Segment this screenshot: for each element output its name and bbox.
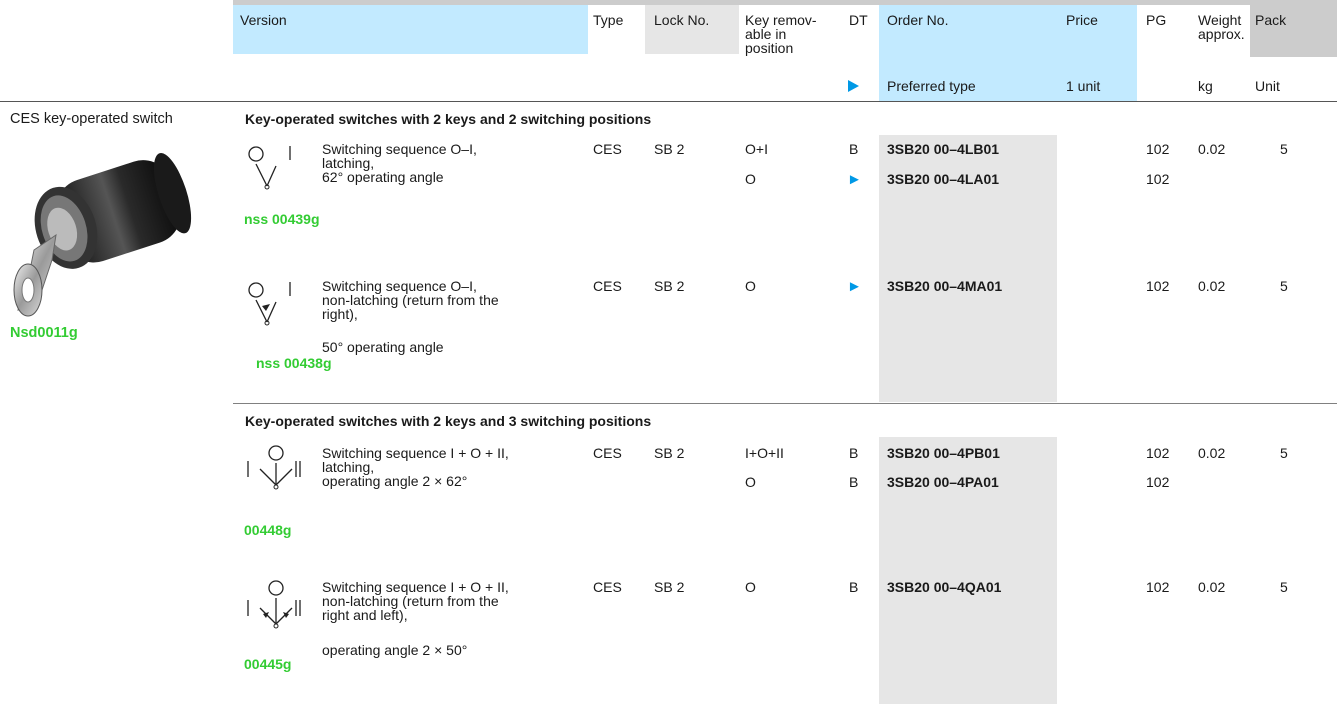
row-key-position: O+I [745, 141, 768, 157]
row-order-no: 3SB20 00–4MA01 [887, 278, 1003, 294]
product-image-code: Nsd0011g [10, 325, 78, 341]
diagram-code-2: nss 00438g [256, 355, 332, 371]
key-switch-product-image [13, 153, 192, 317]
item-lock: SB 2 [654, 278, 685, 294]
header-type: Type [593, 12, 624, 28]
row-pack: 5 [1280, 278, 1288, 294]
row-pack: 5 [1280, 445, 1288, 461]
header-price: Price [1066, 12, 1098, 28]
row-key-position: O [745, 171, 756, 187]
header-weight-unit: kg [1198, 78, 1213, 94]
row-order-no: 3SB20 00–4LB01 [887, 141, 1000, 157]
row-weight: 0.02 [1198, 278, 1226, 294]
header-key-removable-3: position [745, 40, 794, 56]
item-lock: SB 2 [654, 579, 685, 595]
section-title-2: Key-operated switches with 2 keys and 3 … [245, 413, 652, 429]
item-type: CES [593, 278, 622, 294]
row-dt: B [849, 445, 859, 461]
row-key-position: I+O+II [745, 445, 784, 461]
header-order-no: Order No. [887, 12, 949, 28]
item-type: CES [593, 579, 622, 595]
row-dt: B [849, 474, 859, 490]
row-dt: B [849, 141, 859, 157]
diagram-code-4: 00445g [244, 656, 292, 672]
diagram-code-1: nss 00439g [244, 211, 320, 227]
item-desc-line: 62° operating angle [322, 169, 444, 185]
item-desc-line: 50° operating angle [322, 339, 444, 355]
row-weight: 0.02 [1198, 445, 1226, 461]
row-dt-preferred: ► [847, 278, 862, 295]
row-pg: 102 [1146, 474, 1170, 490]
row-dt-preferred: ► [847, 171, 862, 188]
item-lock: SB 2 [654, 445, 685, 461]
row-pg: 102 [1146, 445, 1170, 461]
switch-diagram-three-position-return-icon [247, 580, 301, 629]
row-order-no: 3SB20 00–4PB01 [887, 445, 1000, 461]
item-desc-line: operating angle 2 × 50° [322, 642, 468, 658]
product-label: CES key-operated switch [10, 111, 173, 127]
row-order-no: 3SB20 00–4QA01 [887, 579, 1002, 595]
header-dt: DT [849, 12, 868, 28]
switch-diagram-latching-icon [248, 146, 291, 190]
preferred-arrow-icon [848, 80, 859, 92]
row-order-no: 3SB20 00–4PA01 [887, 474, 999, 490]
item-type: CES [593, 445, 622, 461]
row-pack: 5 [1280, 579, 1288, 595]
row-key-position: O [745, 278, 756, 294]
header-pack: Pack [1255, 12, 1287, 28]
row-weight: 0.02 [1198, 579, 1226, 595]
section-title-1: Key-operated switches with 2 keys and 2 … [245, 111, 652, 127]
row-key-position: O [745, 579, 756, 595]
header-price-unit: 1 unit [1066, 78, 1101, 94]
item-desc-line: operating angle 2 × 62° [322, 473, 468, 489]
header-divider [0, 101, 1337, 102]
switch-diagram-three-position-latching-icon [247, 445, 301, 490]
section-divider [233, 403, 1337, 404]
row-pack: 5 [1280, 141, 1288, 157]
item-type: CES [593, 141, 622, 157]
header-weight-2: approx. [1198, 26, 1245, 42]
row-pg: 102 [1146, 278, 1170, 294]
row-pg: 102 [1146, 171, 1170, 187]
switch-diagram-return-right-icon [248, 282, 291, 326]
row-weight: 0.02 [1198, 141, 1226, 157]
item-desc-line: right and left), [322, 607, 408, 623]
header-lock-no: Lock No. [654, 12, 710, 28]
header-pack-unit: Unit [1255, 78, 1280, 94]
row-order-no: 3SB20 00–4LA01 [887, 171, 1000, 187]
header-pg: PG [1146, 12, 1167, 28]
row-key-position: O [745, 474, 756, 490]
row-dt: B [849, 579, 859, 595]
item-lock: SB 2 [654, 141, 685, 157]
row-pg: 102 [1146, 141, 1170, 157]
header-version: Version [240, 12, 287, 28]
item-desc-line: right), [322, 306, 358, 322]
row-pg: 102 [1146, 579, 1170, 595]
header-preferred-type: Preferred type [887, 78, 976, 94]
diagram-code-3: 00448g [244, 522, 292, 538]
